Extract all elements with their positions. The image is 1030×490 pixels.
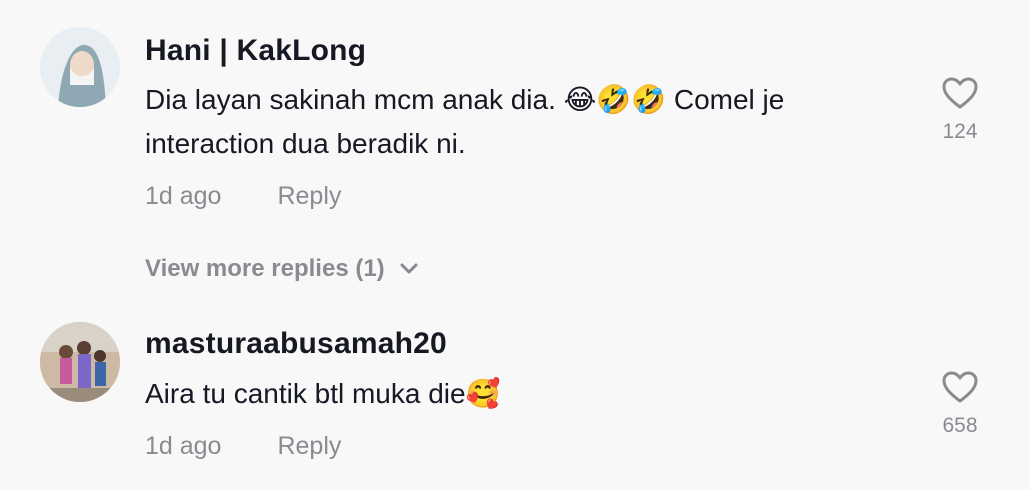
view-more-replies-label: View more replies (1): [145, 255, 385, 282]
like-count: 124: [942, 120, 978, 143]
comment-item: masturaabusamah20 Aira tu cantik btl muk…: [0, 300, 1030, 490]
like-button[interactable]: 658: [930, 370, 990, 438]
reply-button[interactable]: Reply: [277, 432, 341, 461]
chevron-down-icon: [400, 263, 418, 274]
avatar-image: [40, 27, 120, 107]
heart-outline-icon: [942, 371, 978, 403]
avatar[interactable]: [40, 322, 120, 402]
comment-meta: 1d ago Reply: [145, 182, 341, 211]
like-button[interactable]: 124: [930, 76, 990, 144]
reply-button[interactable]: Reply: [277, 182, 341, 211]
like-count: 658: [942, 414, 978, 437]
comment-text: Aira tu cantik btl muka die🥰: [145, 378, 501, 409]
comment-username[interactable]: masturaabusamah20: [145, 327, 447, 361]
comment-username[interactable]: Hani | KakLong: [145, 34, 366, 68]
comment-timestamp: 1d ago: [145, 432, 222, 460]
comment-meta: 1d ago Reply: [145, 432, 341, 461]
view-more-replies-button[interactable]: View more replies (1): [145, 255, 419, 283]
comment-timestamp: 1d ago: [145, 182, 222, 210]
avatar[interactable]: [40, 27, 120, 107]
comment-text: Dia layan sakinah mcm anak dia. 😂🤣🤣 Come…: [145, 84, 785, 159]
avatar-image: [40, 322, 120, 402]
heart-outline-icon: [942, 77, 978, 109]
comment-item: Hani | KakLong Dia layan sakinah mcm ana…: [0, 0, 1030, 300]
